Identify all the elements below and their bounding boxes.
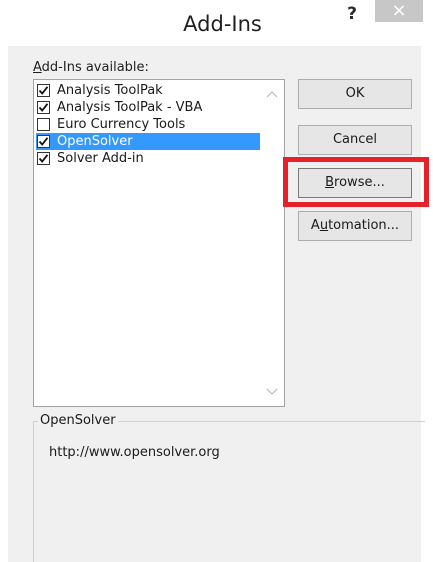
checkmark-icon — [38, 137, 49, 146]
selected-add-in-description: http://www.opensolver.org — [49, 445, 220, 460]
list-item-euro-currency-tools[interactable]: Euro Currency Tools — [36, 116, 260, 133]
browse-highlight-annotation — [283, 157, 429, 207]
title-bar: Add-Ins ? × — [0, 0, 433, 46]
listbox-scrollbar[interactable] — [260, 80, 284, 406]
list-item-label: Euro Currency Tools — [57, 117, 186, 132]
cancel-button[interactable]: Cancel — [298, 125, 412, 155]
checkbox-solver-add-in[interactable] — [37, 152, 50, 165]
automation-button[interactable]: Automation... — [298, 211, 412, 241]
list-item-label: Solver Add-in — [57, 151, 144, 166]
list-item-label: OpenSolver — [57, 134, 133, 149]
list-item-solver-add-in[interactable]: Solver Add-in — [36, 150, 260, 167]
add-in-details-group — [33, 421, 425, 562]
chevron-up-icon[interactable] — [265, 88, 279, 100]
list-item-analysis-toolpak[interactable]: Analysis ToolPak — [36, 82, 260, 99]
selected-add-in-name: OpenSolver — [38, 413, 118, 428]
add-ins-dialog: Add-Ins ? × Add-Ins available: Analysis … — [0, 0, 433, 562]
add-ins-available-label: Add-Ins available: — [33, 60, 149, 75]
close-button[interactable]: × — [375, 0, 423, 22]
checkmark-icon — [38, 103, 49, 112]
dialog-title: Add-Ins — [183, 12, 262, 36]
chevron-down-icon[interactable] — [265, 386, 279, 398]
list-item-label: Analysis ToolPak - VBA — [57, 100, 203, 115]
checkbox-euro-currency-tools[interactable] — [37, 118, 50, 131]
checkbox-analysis-toolpak-vba[interactable] — [37, 101, 50, 114]
checkbox-analysis-toolpak[interactable] — [37, 84, 50, 97]
list-item-analysis-toolpak-vba[interactable]: Analysis ToolPak - VBA — [36, 99, 260, 116]
checkmark-icon — [38, 86, 49, 95]
list-item-label: Analysis ToolPak — [57, 83, 163, 98]
checkbox-opensolver[interactable] — [37, 135, 50, 148]
checkmark-icon — [38, 154, 49, 163]
list-item-opensolver[interactable]: OpenSolver — [36, 133, 260, 150]
add-ins-listbox[interactable]: Analysis ToolPak Analysis ToolPak - VBA … — [33, 79, 285, 407]
left-window-border — [0, 46, 8, 562]
ok-button[interactable]: OK — [298, 79, 412, 109]
help-button[interactable]: ? — [338, 0, 366, 30]
